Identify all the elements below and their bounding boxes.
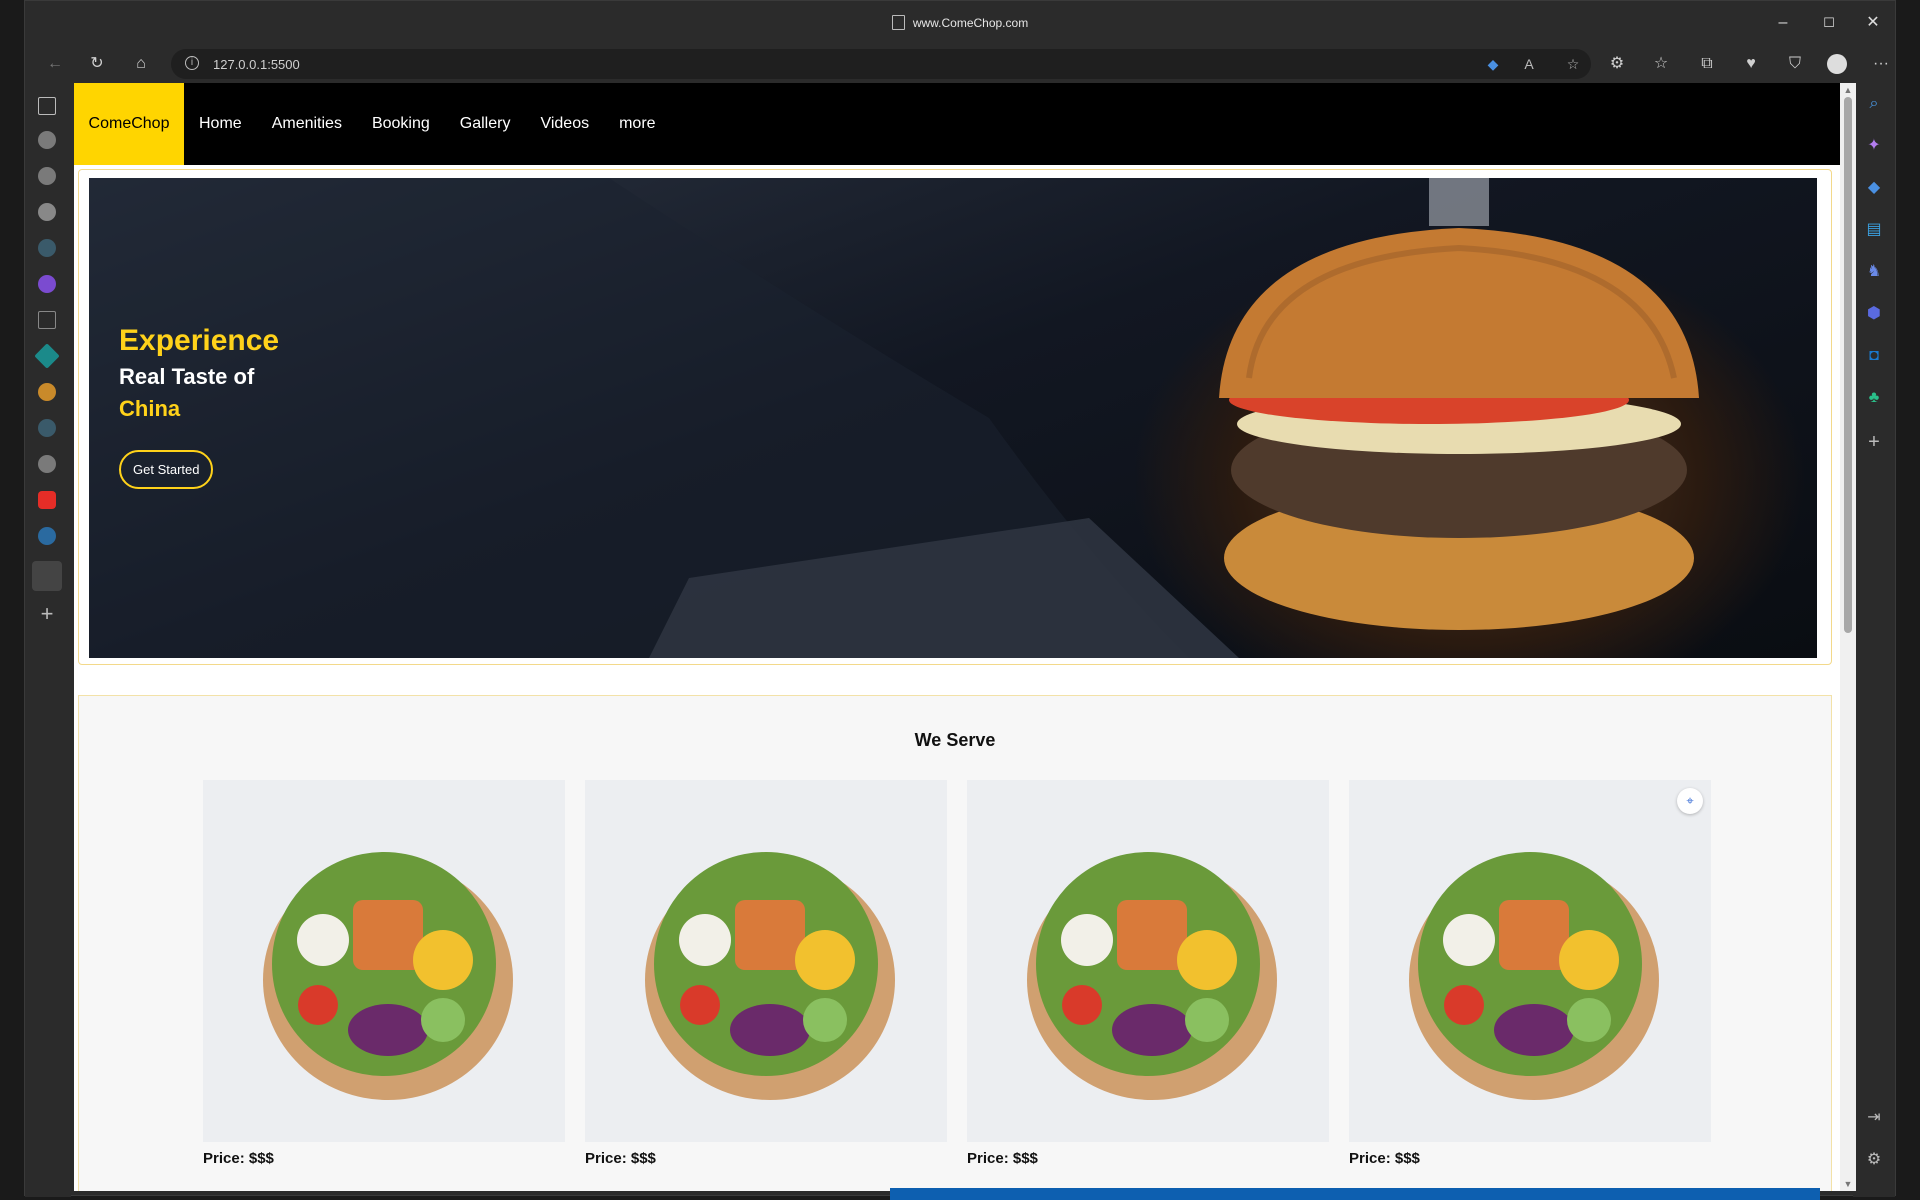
address-bar[interactable]: i 127.0.0.1:5500 ◆ A ☆ xyxy=(171,49,1591,79)
page-viewport: ComeChop Home Amenities Booking Gallery … xyxy=(74,83,1856,1191)
sidebar-collapse-icon[interactable]: ⇥ xyxy=(1863,1107,1885,1129)
copilot-icon[interactable]: ✦ xyxy=(1863,135,1885,157)
burger-image xyxy=(89,178,1699,658)
tab-favicon-purple[interactable] xyxy=(38,275,56,293)
home-icon[interactable]: ⌂ xyxy=(127,51,155,77)
hero-section: Experience Real Taste of China Get Start… xyxy=(78,169,1832,665)
new-tab-plus-icon[interactable]: + xyxy=(38,603,56,625)
health-icon[interactable]: ♥ xyxy=(1737,51,1765,77)
tab-favicon-2[interactable] xyxy=(38,167,56,185)
hero-heading: Experience xyxy=(119,324,280,357)
salad-bowl-image xyxy=(967,780,1329,1142)
hero-highlight: China xyxy=(119,396,181,421)
nav-amenities[interactable]: Amenities xyxy=(257,83,357,165)
scrollbar[interactable]: ▲ ▼ xyxy=(1840,83,1856,1191)
price-label: Price: $$$ xyxy=(967,1150,1038,1167)
nav-home[interactable]: Home xyxy=(184,83,257,165)
title-bar: www.ComeChop.com – ☐ ✕ xyxy=(25,1,1895,45)
food-cards: Price: $$$ Price: $$$ Price: $$$ ⌖ Price… xyxy=(203,780,1711,1167)
back-icon[interactable]: ← xyxy=(41,51,69,77)
site-navbar: ComeChop Home Amenities Booking Gallery … xyxy=(74,83,1840,165)
scrollbar-thumb[interactable] xyxy=(1844,97,1852,633)
salad-bowl-illustration xyxy=(1409,852,1659,1100)
food-card[interactable]: Price: $$$ xyxy=(203,780,565,1167)
window-title-text: www.ComeChop.com xyxy=(912,16,1029,30)
salad-bowl-illustration xyxy=(263,852,513,1100)
tab-favicon-square[interactable] xyxy=(38,311,56,329)
tab-favicon-diamond[interactable] xyxy=(34,343,60,369)
salad-bowl-image: ⌖ xyxy=(1349,780,1711,1142)
editor-status-bar xyxy=(890,1188,1820,1200)
skewer-knife xyxy=(1429,178,1489,226)
brand-logo[interactable]: ComeChop xyxy=(74,83,184,165)
youtube-icon[interactable] xyxy=(38,491,56,509)
maximize-button[interactable]: ☐ xyxy=(1807,11,1851,35)
tab-actions-icon[interactable] xyxy=(38,97,56,115)
minimize-button[interactable]: – xyxy=(1761,11,1805,35)
tools-icon[interactable]: ▤ xyxy=(1863,219,1885,241)
hero-subheading: Real Taste of xyxy=(119,364,255,389)
coupon-tag-icon[interactable]: ◆ xyxy=(1483,54,1503,74)
price-label: Price: $$$ xyxy=(1349,1150,1420,1167)
scroll-up-arrow[interactable]: ▲ xyxy=(1840,83,1856,97)
salad-bowl-illustration xyxy=(645,852,895,1100)
m365-icon[interactable]: ⬢ xyxy=(1863,303,1885,325)
github-icon[interactable] xyxy=(38,203,56,221)
avatar[interactable] xyxy=(1823,51,1851,77)
scroll-down-arrow[interactable]: ▼ xyxy=(1840,1177,1856,1191)
salad-bowl-illustration xyxy=(1027,852,1277,1100)
shield-icon[interactable]: ⛉ xyxy=(1781,51,1809,77)
games-icon[interactable]: ♞ xyxy=(1863,261,1885,283)
top-bun xyxy=(1219,228,1699,398)
get-started-button[interactable]: Get Started xyxy=(119,450,214,489)
food-card[interactable]: ⌖ Price: $$$ xyxy=(1349,780,1711,1167)
collections-icon[interactable]: ⧉ xyxy=(1693,51,1721,77)
plus-icon[interactable]: + xyxy=(1863,431,1885,453)
add-favorite-icon[interactable]: ☆ xyxy=(1563,54,1583,74)
visual-search-icon[interactable]: ⌖ xyxy=(1677,788,1703,814)
section-title: We Serve xyxy=(914,730,996,750)
shopping-tag-icon[interactable]: ◆ xyxy=(1863,177,1885,199)
reload-icon[interactable]: ↻ xyxy=(83,51,111,77)
search-icon[interactable]: ⌕ xyxy=(1863,93,1885,115)
react-icon-2[interactable] xyxy=(38,419,56,437)
hero-banner: Experience Real Taste of China Get Start… xyxy=(89,178,1817,658)
nav-links: Home Amenities Booking Gallery Videos mo… xyxy=(184,83,671,165)
address-url: 127.0.0.1:5500 xyxy=(213,57,300,72)
tab-favicon-bolt[interactable] xyxy=(38,383,56,401)
vertical-tabs: + xyxy=(25,83,71,1197)
nav-booking[interactable]: Booking xyxy=(357,83,445,165)
food-card[interactable]: Price: $$$ xyxy=(585,780,947,1167)
favorites-icon[interactable]: ☆ xyxy=(1647,51,1675,77)
salad-bowl-image xyxy=(585,780,947,1142)
browser-window: www.ComeChop.com – ☐ ✕ ← ↻ ⌂ i 127.0.0.1… xyxy=(24,0,1896,1197)
browser-toolbar: ← ↻ ⌂ i 127.0.0.1:5500 ◆ A ☆ ⚙ ☆ ⧉ ♥ ⛉ ·… xyxy=(25,45,1895,83)
close-button[interactable]: ✕ xyxy=(1851,11,1895,35)
react-icon-3[interactable] xyxy=(38,527,56,545)
nav-videos[interactable]: Videos xyxy=(525,83,604,165)
more-menu-button[interactable]: ··· xyxy=(1867,51,1895,77)
outlook-icon[interactable]: ◘ xyxy=(1863,345,1885,367)
salad-bowl-image xyxy=(203,780,565,1142)
we-serve-section: We Serve Price: $$$ Price: $$$ Price: $$… xyxy=(78,695,1832,1191)
info-icon[interactable]: i xyxy=(185,56,199,70)
gear-icon[interactable]: ⚙ xyxy=(1863,1149,1885,1171)
extensions-icon[interactable]: ⚙ xyxy=(1603,51,1631,77)
window-title: www.ComeChop.com xyxy=(25,15,1895,30)
tab-favicon-3[interactable] xyxy=(38,455,56,473)
food-card[interactable]: Price: $$$ xyxy=(967,780,1329,1167)
nav-gallery[interactable]: Gallery xyxy=(445,83,526,165)
price-label: Price: $$$ xyxy=(203,1150,274,1167)
price-label: Price: $$$ xyxy=(585,1150,656,1167)
tab-favicon-1[interactable] xyxy=(38,131,56,149)
tree-icon[interactable]: ♣ xyxy=(1863,387,1885,409)
read-aloud-icon[interactable]: A xyxy=(1519,54,1539,74)
page-icon xyxy=(891,15,905,30)
edge-sidebar: ⌕ ✦ ◆ ▤ ♞ ⬢ ◘ ♣ + ⇥ ⚙ xyxy=(1853,83,1895,1197)
active-tab-page-icon[interactable] xyxy=(32,561,62,591)
react-icon[interactable] xyxy=(38,239,56,257)
nav-more[interactable]: more xyxy=(604,83,670,165)
hero-text: Experience Real Taste of China Get Start… xyxy=(119,324,279,489)
